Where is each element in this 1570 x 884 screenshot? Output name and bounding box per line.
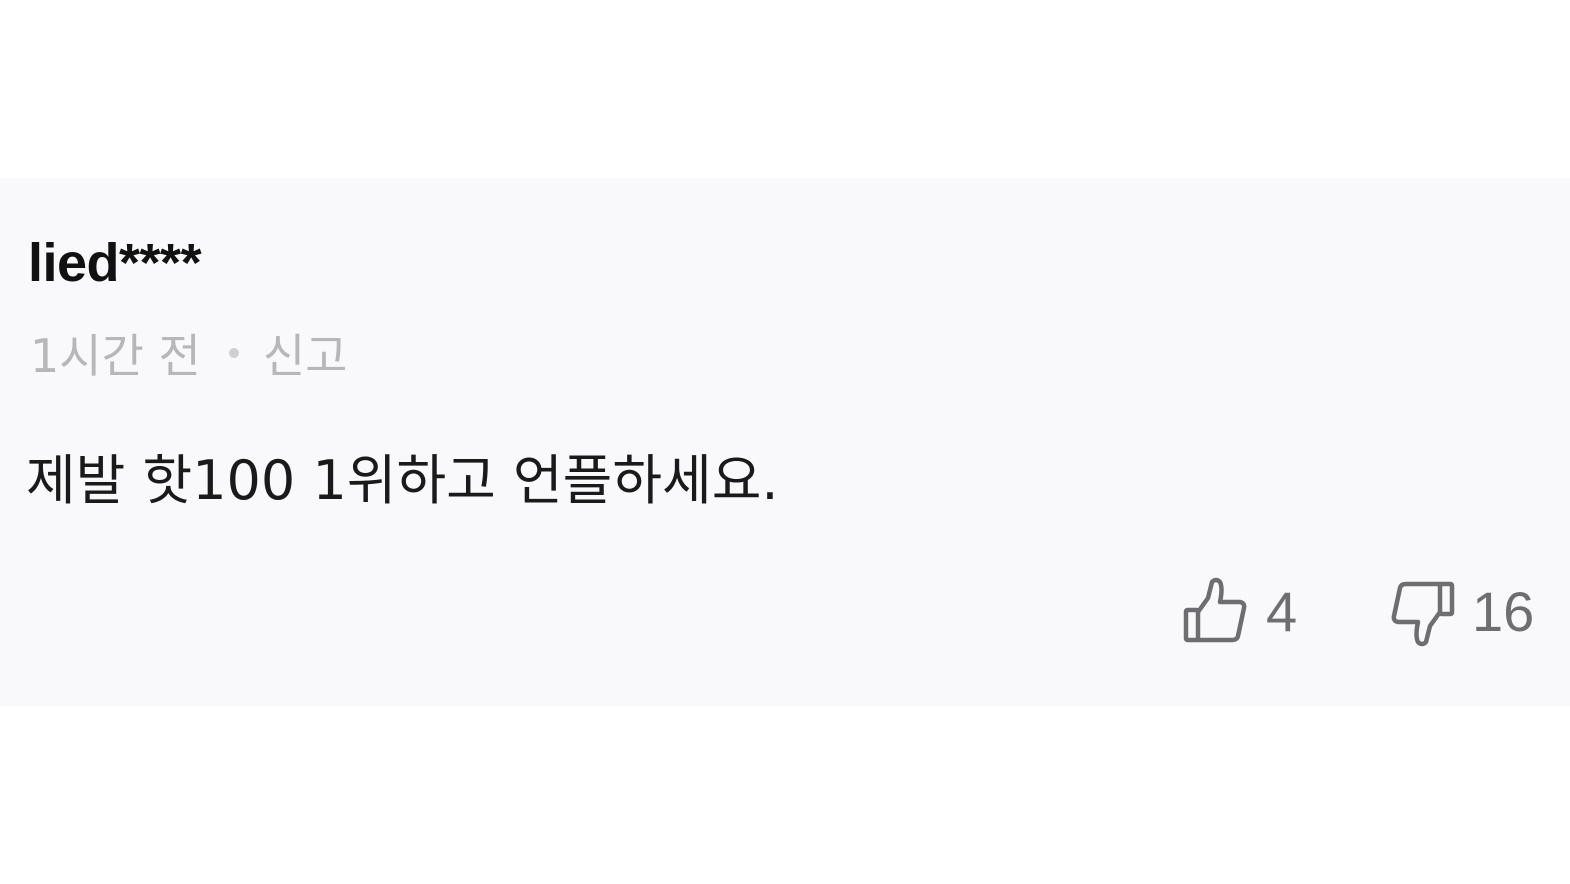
separator-dot — [228, 348, 239, 358]
like-button[interactable]: 4 — [1182, 576, 1297, 648]
dislike-button[interactable]: 16 — [1390, 576, 1534, 648]
comment-text: 제발 핫100 1위하고 언플하세요. — [26, 449, 779, 512]
comment-meta: 1시간 전 신고 — [30, 322, 348, 384]
thumbs-up-icon — [1182, 576, 1248, 648]
report-link[interactable]: 신고 — [263, 320, 348, 386]
comment-card — [0, 178, 1570, 706]
comment-username[interactable]: lied**** — [28, 226, 202, 300]
comment-timestamp: 1시간 전 — [30, 329, 201, 383]
dislike-count: 16 — [1472, 580, 1535, 643]
thumbs-down-icon — [1390, 576, 1456, 648]
like-count: 4 — [1266, 580, 1298, 643]
